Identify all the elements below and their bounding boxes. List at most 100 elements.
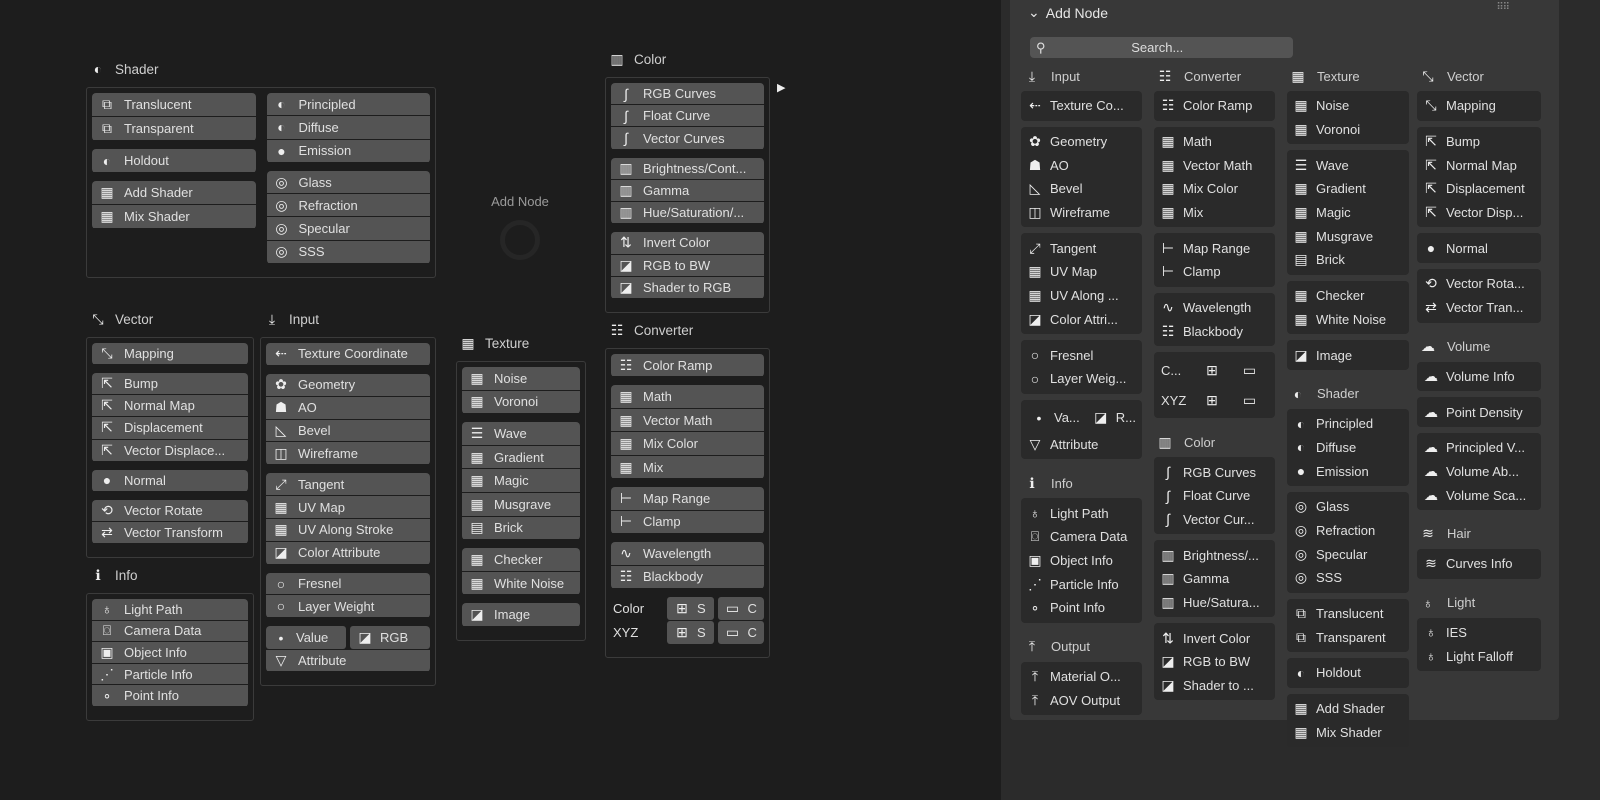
node-item[interactable]: ⌼ Camera Data	[92, 620, 248, 642]
node-item[interactable]: ◐ Holdout	[92, 149, 256, 172]
node-item[interactable]: ▦ Voronoi	[462, 390, 580, 414]
node-item[interactable]: ▥ Brightness/...	[1154, 543, 1275, 567]
node-item[interactable]: ♁ IES	[1417, 621, 1541, 645]
node-item[interactable]: ▦ Mix Shader	[92, 205, 256, 228]
node-item[interactable]: ▦ UV Along Stroke	[266, 518, 430, 541]
node-item[interactable]: ⇱ Vector Disp...	[1417, 201, 1541, 225]
node-item[interactable]: ⧉ Translucent	[92, 93, 256, 116]
search-input[interactable]: ⚲ Search...	[1030, 37, 1293, 58]
node-item[interactable]: ▤ Brick	[1287, 248, 1409, 272]
node-item[interactable]: ☁ Principled V...	[1417, 436, 1541, 460]
node-item[interactable]: ● Normal	[92, 469, 248, 491]
add-node-panel-header[interactable]: ⌄ Add Node	[1028, 4, 1108, 21]
node-item[interactable]: ▦ UV Along ...	[1021, 284, 1142, 308]
node-item[interactable]: ◪ R...	[1088, 406, 1140, 429]
node-item[interactable]: ◪ Shader to RGB	[611, 276, 764, 298]
node-item[interactable]: ● Normal	[1417, 236, 1541, 260]
node-item[interactable]: ▦ Vector Math	[1154, 153, 1275, 177]
node-item[interactable]: ◎ Specular	[266, 217, 430, 240]
node-item[interactable]: ⇠ Texture Coordinate	[266, 343, 430, 365]
node-item[interactable]: ▭ C	[717, 597, 764, 621]
node-item[interactable]: ▭ C	[717, 621, 764, 644]
node-item[interactable]: ⊢ Map Range	[611, 487, 764, 510]
node-item[interactable]: ☗ AO	[266, 396, 430, 419]
node-item[interactable]: ▦ Mix Color	[1154, 177, 1275, 201]
node-item[interactable]: ◺ Bevel	[1021, 177, 1142, 201]
node-item[interactable]: ◎ Specular	[1287, 542, 1409, 566]
node-item[interactable]: ⊢ Clamp	[1154, 260, 1275, 284]
node-item[interactable]: ◎ SSS	[266, 240, 430, 263]
node-item[interactable]: ∫ Vector Cur...	[1154, 508, 1275, 532]
node-item[interactable]: ◎ Glass	[266, 170, 430, 194]
node-item[interactable]: ⤡ Mapping	[92, 343, 248, 365]
node-item[interactable]: ⧉ Transparent	[1287, 625, 1409, 649]
node-item[interactable]: ∿ Wavelength	[611, 542, 764, 565]
node-item[interactable]: ☁ Volume Ab...	[1417, 460, 1541, 484]
node-item[interactable]: ⇅ Invert Color	[1154, 626, 1275, 650]
node-item[interactable]: ▭	[1237, 359, 1271, 382]
node-item[interactable]: ◫ Wireframe	[1021, 201, 1142, 225]
node-item[interactable]: ▦ Checker	[462, 548, 580, 571]
node-item[interactable]: ◪ Image	[462, 603, 580, 626]
node-item[interactable]: ▽ Attribute	[266, 650, 430, 671]
node-item[interactable]: ○ Fresnel	[266, 572, 430, 595]
node-item[interactable]: ∫ Float Curve	[611, 105, 764, 127]
node-item[interactable]: ▦ White Noise	[462, 571, 580, 595]
node-item[interactable]: ▦ Math	[1154, 130, 1275, 154]
node-item[interactable]: ▦ Vector Math	[611, 408, 764, 432]
node-item[interactable]: ◐ Principled	[1287, 412, 1409, 436]
node-item[interactable]: ◫ Wireframe	[266, 442, 430, 465]
node-item[interactable]: ⇄ Vector Tran...	[1417, 296, 1541, 320]
node-item[interactable]: ▦ Musgrave	[1287, 224, 1409, 248]
drag-grip-icon[interactable]: ⠿⠿	[1496, 2, 1510, 13]
node-item[interactable]: ▦ Voronoi	[1287, 118, 1409, 142]
node-item[interactable]: ☰ Wave	[462, 422, 580, 445]
node-item[interactable]: ⇠ Texture Co...	[1021, 94, 1142, 118]
submenu-arrow-icon[interactable]: ▶	[777, 81, 785, 94]
node-item[interactable]: ○ Fresnel	[1021, 343, 1142, 367]
node-item[interactable]: ◎ Glass	[1287, 495, 1409, 519]
node-item[interactable]: ∫ Vector Curves	[611, 127, 764, 149]
node-item[interactable]: ◐ Principled	[266, 93, 430, 116]
node-item[interactable]: ☗ AO	[1021, 153, 1142, 177]
node-item[interactable]: ◪ RGB	[350, 626, 430, 650]
node-item[interactable]: ▦ Mix	[611, 455, 764, 479]
node-item[interactable]: ⤢ Tangent	[266, 473, 430, 496]
node-item[interactable]: ♁ Light Falloff	[1417, 644, 1541, 668]
node-item[interactable]: ⤒ AOV Output	[1021, 688, 1142, 712]
node-item[interactable]: ☁ Volume Info	[1417, 365, 1541, 389]
node-item[interactable]: ▥ Hue/Saturation/...	[611, 202, 764, 224]
node-item[interactable]: ⇱ Displacement	[92, 417, 248, 439]
node-item[interactable]: ⇄ Vector Transform	[92, 521, 248, 543]
node-item[interactable]: ▦ White Noise	[1287, 308, 1409, 332]
node-item[interactable]: ▦ Gradient	[462, 445, 580, 469]
node-item[interactable]: ▥ Gamma	[1154, 567, 1275, 591]
node-item[interactable]: ⊢ Map Range	[1154, 236, 1275, 260]
node-item[interactable]: ⋰ Particle Info	[92, 663, 248, 685]
node-item[interactable]: ▦ Noise	[462, 367, 580, 390]
node-item[interactable]: ♁ Light Path	[1021, 501, 1142, 525]
node-item[interactable]: ☷ Blackbody	[1154, 320, 1275, 344]
node-item[interactable]: ◪ Color Attri...	[1021, 308, 1142, 332]
node-item[interactable]: ⤡ Mapping	[1417, 94, 1541, 118]
node-item[interactable]: ⊢ Clamp	[611, 510, 764, 534]
node-item[interactable]: ▦ Checker	[1287, 284, 1409, 308]
node-item[interactable]: ● Emission	[1287, 459, 1409, 483]
node-item[interactable]: ◎ Refraction	[1287, 519, 1409, 543]
node-item[interactable]: ▥ Brightness/Cont...	[611, 157, 764, 179]
node-item[interactable]: ≋ Curves Info	[1417, 552, 1541, 576]
node-item[interactable]: ⊞ S	[667, 597, 714, 621]
node-item[interactable]: ⇱ Bump	[92, 373, 248, 395]
node-item[interactable]: ▦ Noise	[1287, 94, 1409, 118]
node-item[interactable]: ▥ Hue/Satura...	[1154, 591, 1275, 615]
node-item[interactable]: ◪ RGB to BW	[1154, 650, 1275, 674]
node-item[interactable]: ⊞	[1199, 359, 1233, 382]
node-item[interactable]: ▦ Gradient	[1287, 177, 1409, 201]
node-item[interactable]: ◎ SSS	[1287, 566, 1409, 590]
node-item[interactable]: ∫ RGB Curves	[1154, 460, 1275, 484]
node-item[interactable]: ◪ Image	[1287, 343, 1409, 367]
node-item[interactable]: ▽ Attribute	[1021, 433, 1142, 457]
node-item[interactable]: ○ Layer Weig...	[1021, 367, 1142, 391]
node-item[interactable]: ⟲ Vector Rotate	[92, 499, 248, 521]
node-item[interactable]: ⌼ Camera Data	[1021, 525, 1142, 549]
